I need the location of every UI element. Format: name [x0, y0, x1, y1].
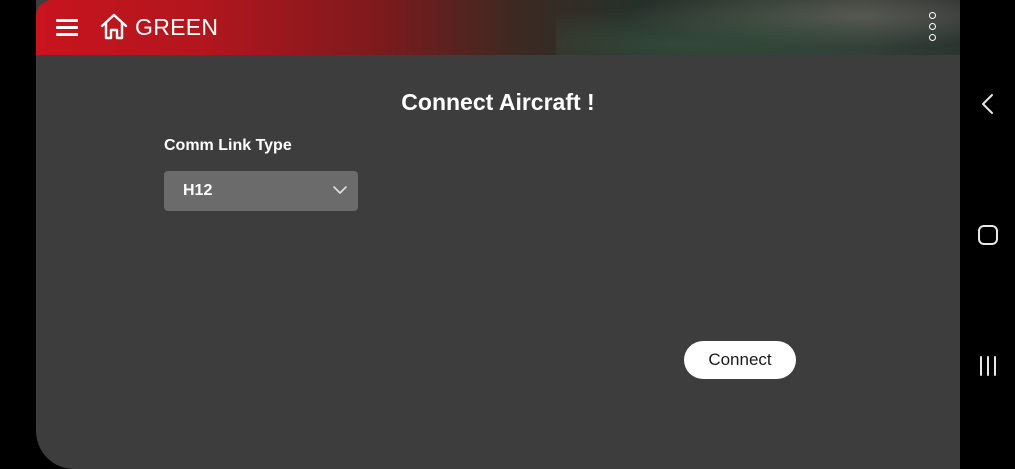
map-background: [556, 0, 960, 55]
back-icon[interactable]: [976, 92, 1000, 116]
page-title: Connect Aircraft !: [401, 89, 595, 115]
chevron-down-icon: [333, 186, 347, 194]
comm-link-type-label: Comm Link Type: [164, 137, 292, 154]
comm-link-type-select[interactable]: H12: [164, 171, 358, 211]
recents-icon[interactable]: [976, 354, 1000, 378]
top-app-bar: GREEN: [36, 0, 960, 55]
app-screen: GREEN Connect Aircraft ! Comm Link Type …: [36, 0, 960, 469]
hamburger-menu-icon[interactable]: [56, 17, 78, 37]
home-icon[interactable]: [99, 12, 129, 42]
system-navigation-bar: [960, 0, 1015, 469]
app-title: GREEN: [135, 14, 219, 40]
overflow-menu-icon[interactable]: [926, 12, 940, 44]
comm-link-type-value: H12: [183, 182, 213, 199]
home-square-icon[interactable]: [976, 223, 1000, 247]
connect-button[interactable]: Connect: [684, 341, 796, 379]
